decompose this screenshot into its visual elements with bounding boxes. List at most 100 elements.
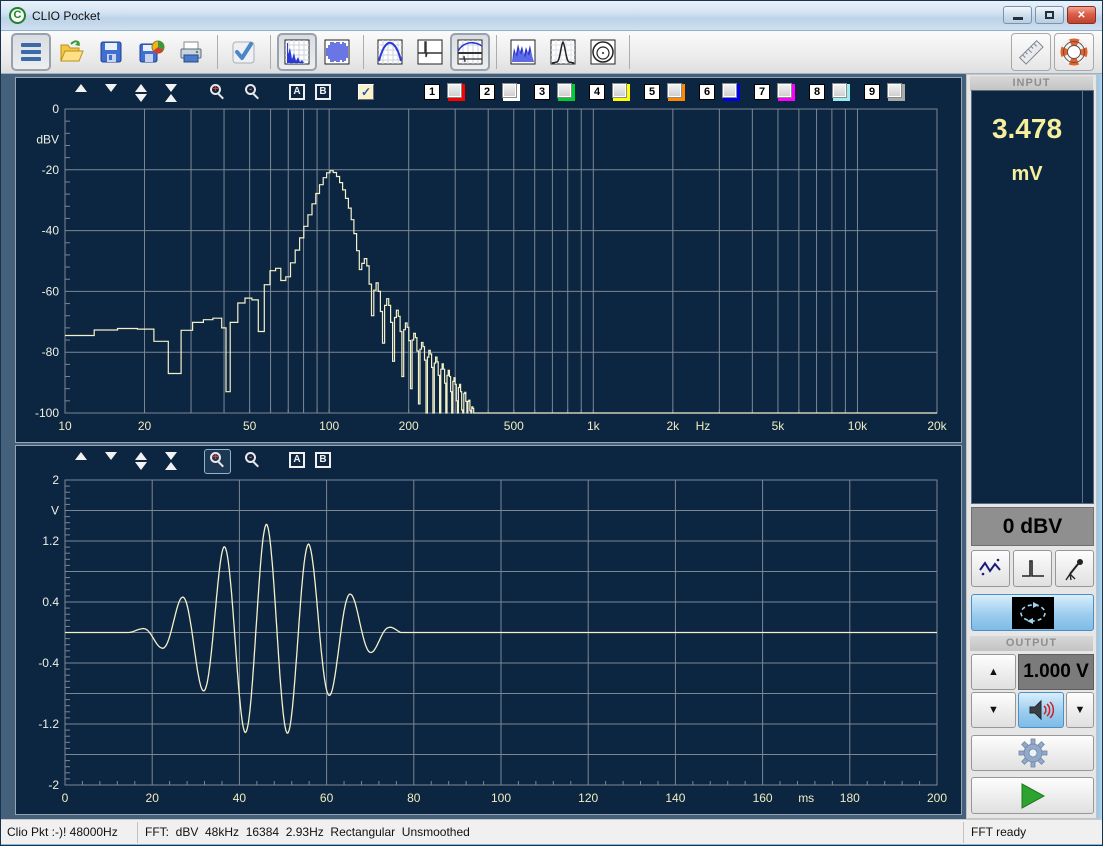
- titlebar[interactable]: C CLIO Pocket ✕: [1, 1, 1103, 31]
- close-button[interactable]: ✕: [1067, 6, 1096, 24]
- svg-text:20k: 20k: [927, 419, 947, 433]
- svg-text:-2: -2: [48, 778, 59, 792]
- svg-text:0.4: 0.4: [42, 595, 59, 609]
- svg-text:-40: -40: [42, 224, 60, 238]
- toolbar-separator: [270, 35, 271, 69]
- svg-text:2k: 2k: [666, 419, 680, 433]
- polar-button[interactable]: [583, 33, 623, 71]
- status-bar: Clio Pkt :-)! 48000Hz FFT: dBV 48kHz 163…: [1, 819, 1103, 844]
- svg-text:100: 100: [491, 791, 511, 805]
- svg-text:50: 50: [243, 419, 257, 433]
- status-divider: [963, 822, 964, 843]
- output-header: OUTPUT: [970, 636, 1093, 651]
- polar-icon: [589, 38, 617, 66]
- svg-text:-80: -80: [42, 345, 60, 359]
- save-button[interactable]: [91, 33, 131, 71]
- svg-text:60: 60: [320, 791, 334, 805]
- svg-text:0: 0: [52, 102, 59, 116]
- minimize-icon: [1013, 17, 1023, 20]
- svg-text:V: V: [51, 504, 59, 518]
- open-file-button[interactable]: [51, 33, 91, 71]
- svg-text:1.2: 1.2: [42, 534, 59, 548]
- fft-spectrum-icon: [283, 38, 311, 66]
- svg-text:20: 20: [138, 419, 152, 433]
- input-fullscale-button[interactable]: 0 dBV: [971, 507, 1094, 546]
- print-button[interactable]: [171, 33, 211, 71]
- toolbar-separator: [217, 35, 218, 69]
- input-level-display: 3.478 mV: [971, 90, 1094, 504]
- start-button[interactable]: [971, 777, 1094, 814]
- time-data-button[interactable]: [317, 33, 357, 71]
- input-unit: mV: [972, 163, 1082, 186]
- impulse-response-button[interactable]: [410, 33, 450, 71]
- signal-wave-icon: [977, 556, 1005, 582]
- loop-button[interactable]: [971, 594, 1094, 631]
- lifering-icon: [1059, 37, 1089, 67]
- svg-text:-0.4: -0.4: [38, 656, 59, 670]
- maximize-button[interactable]: [1035, 6, 1064, 24]
- output-up-button[interactable]: ▲: [971, 654, 1016, 690]
- menu-button[interactable]: [11, 33, 51, 71]
- svg-text:160: 160: [753, 791, 773, 805]
- calibrate-button[interactable]: [1011, 33, 1051, 71]
- svg-text:40: 40: [233, 791, 247, 805]
- check-icon: [230, 38, 258, 66]
- svg-text:-100: -100: [35, 406, 59, 420]
- output-mute-button[interactable]: [1018, 692, 1064, 728]
- waterfall-button[interactable]: [503, 33, 543, 71]
- svg-text:Hz: Hz: [696, 419, 711, 433]
- io-sidebar: INPUT 3.478 mV 0 dBV: [966, 74, 1097, 819]
- svg-text:0: 0: [62, 791, 69, 805]
- impulse-icon: [1019, 556, 1047, 582]
- save-as-icon: [137, 38, 165, 66]
- svg-text:-20: -20: [42, 163, 60, 177]
- menu-icon: [17, 38, 45, 66]
- play-icon: [1020, 782, 1046, 810]
- filter-curve-icon: [549, 38, 577, 66]
- input-value: 3.478: [972, 113, 1082, 145]
- minimize-button[interactable]: [1003, 6, 1032, 24]
- down-arrow-icon: ▼: [988, 704, 999, 716]
- fft-plot[interactable]: 0dBV-20-40-60-80-1001020501002005001k2kH…: [16, 78, 961, 442]
- svg-text:120: 120: [578, 791, 598, 805]
- save-floppy-icon: [97, 38, 125, 66]
- settings-button[interactable]: [971, 735, 1094, 771]
- svg-text:500: 500: [504, 419, 524, 433]
- svg-text:140: 140: [665, 791, 685, 805]
- main-toolbar: [1, 31, 1103, 74]
- app-logo-icon: C: [9, 7, 26, 24]
- gear-icon: [1017, 737, 1049, 769]
- svg-text:ms: ms: [798, 791, 814, 805]
- output-down-button[interactable]: ▼: [971, 692, 1016, 728]
- dual-display-icon: [456, 38, 484, 66]
- toolbar-separator: [363, 35, 364, 69]
- help-button[interactable]: [1054, 33, 1094, 71]
- status-measurement: FFT: dBV 48kHz 16384 2.93Hz Rectangular …: [145, 820, 957, 845]
- filter-curve-button[interactable]: [543, 33, 583, 71]
- open-folder-icon: [57, 38, 85, 66]
- output-value-display: 1.000 V: [1018, 654, 1094, 690]
- svg-text:5k: 5k: [772, 419, 786, 433]
- svg-text:2: 2: [52, 473, 59, 487]
- svg-text:1k: 1k: [587, 419, 601, 433]
- fft-spectrum-button[interactable]: [277, 33, 317, 71]
- input-mic-button[interactable]: [1055, 550, 1094, 587]
- svg-text:dBV: dBV: [36, 132, 59, 146]
- loop-icon: [1012, 597, 1054, 629]
- input-meter-track: [1082, 91, 1083, 503]
- input-impulse-button[interactable]: [1013, 550, 1052, 587]
- toolbar-separator: [629, 35, 630, 69]
- down-arrow-icon: ▼: [1075, 704, 1086, 716]
- frequency-response-button[interactable]: [370, 33, 410, 71]
- apply-check-button[interactable]: [224, 33, 264, 71]
- output-fine-down-button[interactable]: ▼: [1066, 692, 1094, 728]
- app-window: C CLIO Pocket ✕: [0, 0, 1103, 846]
- svg-text:20: 20: [146, 791, 160, 805]
- window-right-border: [1097, 74, 1103, 819]
- svg-text:80: 80: [407, 791, 421, 805]
- time-data-icon: [323, 38, 351, 66]
- dual-display-button[interactable]: [450, 33, 490, 71]
- save-as-button[interactable]: [131, 33, 171, 71]
- input-monitor-button[interactable]: [971, 550, 1010, 587]
- time-plot[interactable]: 2V1.20.4-0.4-1.2-2020406080100120140160m…: [16, 446, 961, 814]
